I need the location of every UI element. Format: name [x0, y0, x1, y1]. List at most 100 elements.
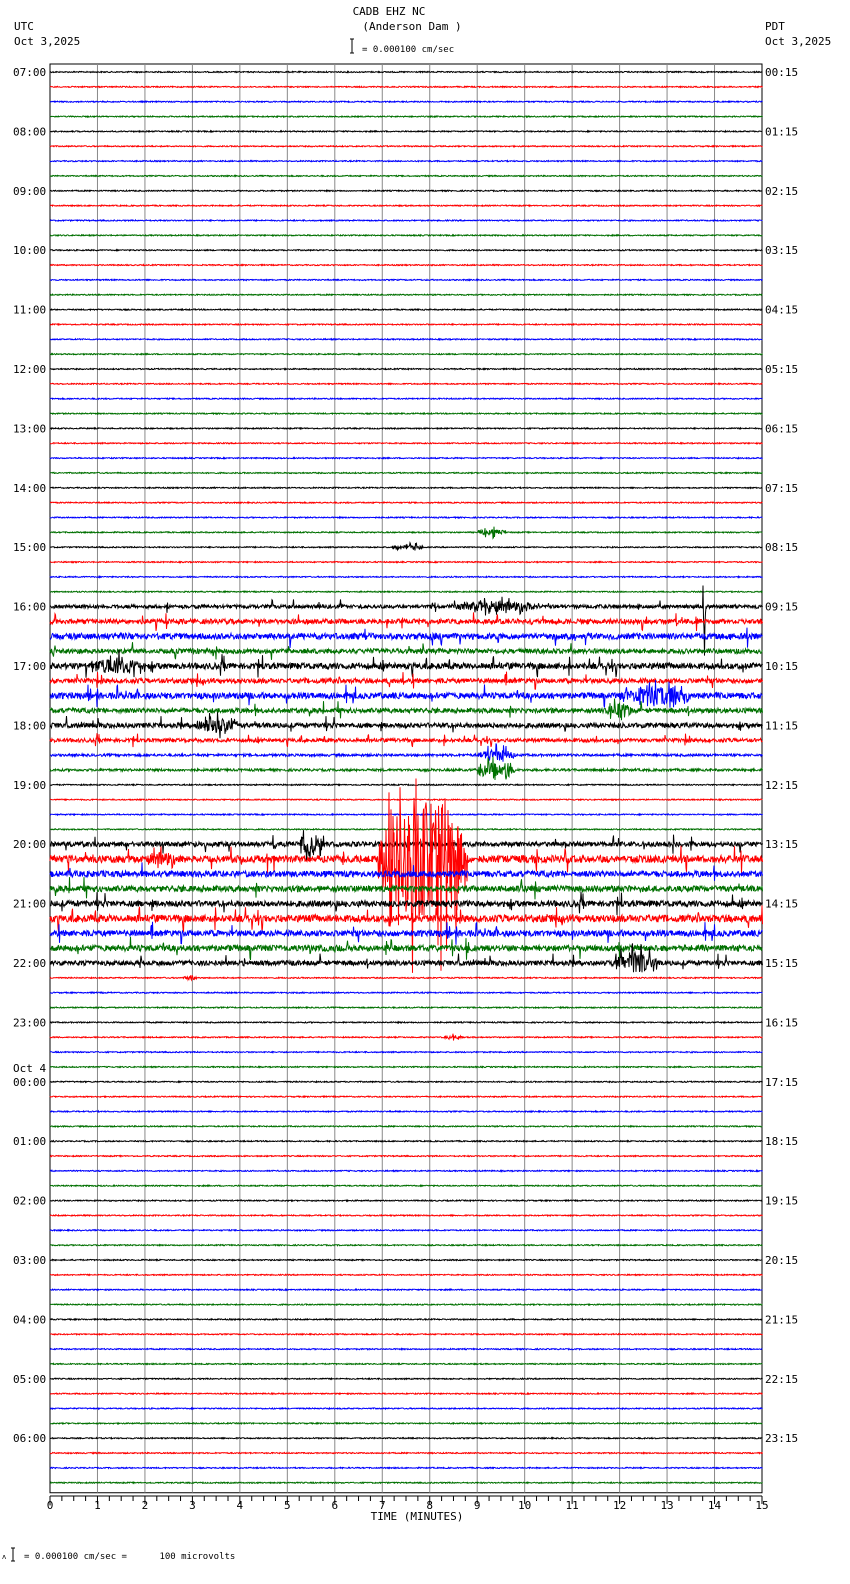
footer-scale-text: = 0.000100 cm/sec = 100 microvolts — [24, 1552, 235, 1562]
pdt-hour-label: 15:15 — [765, 957, 798, 970]
seismic-trace — [49, 574, 763, 579]
seismic-trace — [49, 144, 763, 148]
pdt-hour-label: 09:15 — [765, 601, 798, 614]
seismic-trace — [49, 1451, 763, 1455]
pdt-hour-label: 17:15 — [765, 1076, 798, 1089]
seismic-trace — [49, 114, 763, 119]
seismic-trace — [49, 712, 763, 739]
pdt-hour-label: 08:15 — [765, 541, 798, 554]
utc-hour-label: 11:00 — [13, 304, 46, 317]
pdt-hour-label: 05:15 — [765, 363, 798, 376]
seismic-trace — [49, 278, 763, 282]
utc-hour-label: 12:00 — [13, 363, 46, 376]
seismic-trace — [49, 1317, 763, 1322]
seismic-trace — [50, 827, 763, 832]
seismic-trace — [49, 797, 763, 802]
pdt-hour-label: 23:15 — [765, 1432, 798, 1445]
seismic-trace — [49, 471, 763, 475]
seismic-trace — [49, 1020, 763, 1025]
seismic-trace — [49, 680, 763, 708]
utc-hour-label: 22:00 — [13, 957, 46, 970]
seismic-trace — [49, 990, 763, 995]
utc-hour-label: 15:00 — [13, 541, 46, 554]
seismic-trace — [49, 698, 763, 721]
seismic-trace — [49, 627, 763, 649]
seismic-trace — [50, 322, 763, 327]
x-tick-label: 4 — [237, 1499, 244, 1512]
seismic-trace — [49, 1436, 763, 1441]
seismic-trace — [49, 1258, 763, 1262]
pdt-hour-label: 04:15 — [765, 304, 798, 317]
seismic-trace — [49, 1243, 763, 1247]
seismic-trace — [49, 1139, 763, 1144]
seismic-trace — [49, 1124, 763, 1129]
seismic-trace — [49, 1391, 763, 1396]
pdt-hour-label: 12:15 — [765, 779, 798, 792]
x-tick-label: 10 — [518, 1499, 531, 1512]
utc-hour-label: 00:00 — [13, 1076, 46, 1089]
seismic-trace — [49, 1287, 763, 1292]
utc-hour-label: 02:00 — [13, 1195, 46, 1208]
utc-hour-label: 13:00 — [13, 422, 46, 435]
x-tick-label: 2 — [142, 1499, 149, 1512]
seismic-trace — [49, 778, 763, 973]
seismic-trace — [50, 263, 763, 267]
footer-marker: ʌ — [2, 1553, 6, 1561]
helicorder-plot: CADB EHZ NC (Anderson Dam ) UTC Oct 3,20… — [2, 5, 831, 1562]
seismic-trace — [49, 515, 763, 520]
pdt-hour-label: 22:15 — [765, 1373, 798, 1386]
x-axis-label: TIME (MINUTES) — [371, 1510, 464, 1523]
x-tick-label: 6 — [331, 1499, 338, 1512]
seismic-trace — [49, 1154, 763, 1158]
seismic-trace — [49, 174, 763, 178]
seismic-trace — [49, 233, 763, 238]
seismic-trace — [49, 782, 763, 787]
utc-hour-label: 19:00 — [13, 779, 46, 792]
x-tick-label: 5 — [284, 1499, 291, 1512]
seismic-trace — [49, 456, 763, 460]
utc-hour-label: 03:00 — [13, 1254, 46, 1267]
seismic-trace — [49, 307, 763, 312]
seismic-trace — [49, 1065, 763, 1069]
pdt-hour-label: 00:15 — [765, 66, 798, 79]
seismic-trace — [49, 1198, 763, 1203]
seismic-trace — [49, 99, 763, 104]
seismic-trace — [49, 1466, 763, 1470]
left-timezone: UTC — [14, 20, 34, 33]
seismic-trace — [49, 1406, 763, 1411]
seismic-trace — [49, 756, 763, 781]
seismic-trace — [49, 248, 763, 253]
seismic-trace — [49, 877, 763, 900]
pdt-hour-label: 14:15 — [765, 898, 798, 911]
seismic-trace — [49, 352, 763, 356]
pdt-hour-label: 01:15 — [765, 125, 798, 138]
seismic-trace — [49, 1169, 763, 1173]
seismic-trace — [49, 188, 763, 193]
seismic-trace — [49, 642, 763, 660]
utc-hour-label: 08:00 — [13, 125, 46, 138]
seismic-trace — [49, 1050, 763, 1054]
seismic-trace — [49, 396, 763, 401]
pdt-hour-label: 02:15 — [765, 185, 798, 198]
pdt-hour-label: 19:15 — [765, 1195, 798, 1208]
seismic-trace — [49, 426, 763, 431]
seismic-trace — [49, 1094, 763, 1099]
seismic-trace — [49, 1421, 763, 1426]
pdt-hour-label: 18:15 — [765, 1135, 798, 1148]
utc-hour-label: 01:00 — [13, 1135, 46, 1148]
seismic-trace — [49, 1362, 763, 1366]
seismic-trace — [49, 159, 763, 163]
scale-text: = 0.000100 cm/sec — [362, 45, 454, 55]
seismic-trace — [49, 612, 763, 632]
utc-hour-label: 23:00 — [13, 1016, 46, 1029]
x-tick-label: 12 — [613, 1499, 626, 1512]
station-location: (Anderson Dam ) — [362, 20, 461, 33]
utc-hour-label: 09:00 — [13, 185, 46, 198]
seismic-trace — [49, 500, 763, 505]
seismic-trace — [49, 1228, 763, 1233]
utc-hour-label: 04:00 — [13, 1313, 46, 1326]
pdt-hour-label: 20:15 — [765, 1254, 798, 1267]
seismic-trace — [49, 85, 763, 89]
x-tick-label: 1 — [94, 1499, 101, 1512]
seismic-trace — [49, 411, 763, 416]
